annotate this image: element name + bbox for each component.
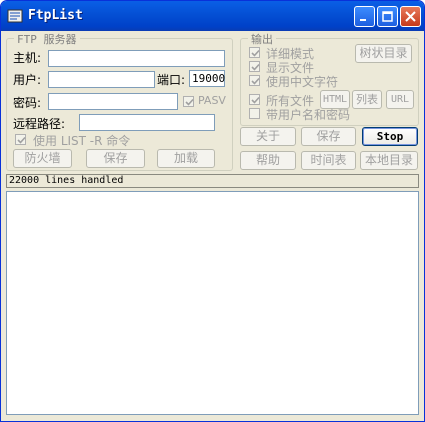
- user-input[interactable]: [48, 71, 155, 88]
- user-label: 用户:: [13, 73, 42, 87]
- output-group: 输出 详细模式 树状目录 显示文件 使用中文字符 所有文件 HTML 列表 UR…: [240, 31, 419, 126]
- minimize-button[interactable]: [354, 6, 375, 27]
- pasv-label: PASV: [198, 94, 226, 107]
- local-dir-button[interactable]: 本地目录: [360, 151, 418, 170]
- help-button[interactable]: 帮助: [240, 151, 296, 170]
- ftplist-window: FtpList FTP 服务器 主机: 用户: 端口: 19000 密码: PA…: [0, 0, 425, 422]
- password-input[interactable]: [48, 93, 178, 110]
- close-button[interactable]: [400, 6, 421, 27]
- checkmark-icon: [17, 136, 26, 144]
- checkmark-icon: [185, 98, 194, 106]
- chinese-chars-label: 使用中文字符: [266, 75, 339, 89]
- host-input[interactable]: [48, 50, 225, 67]
- save-button[interactable]: 保存: [301, 127, 356, 146]
- ftp-save-button[interactable]: 保存: [86, 149, 145, 168]
- list-r-checkbox[interactable]: [15, 134, 26, 145]
- chinese-chars-checkbox[interactable]: [249, 75, 260, 86]
- firewall-button[interactable]: 防火墙: [13, 149, 72, 168]
- url-button[interactable]: URL: [386, 90, 414, 109]
- list-r-label: 使用 LIST -R 命令: [33, 134, 131, 148]
- remote-path-label: 远程路径:: [13, 117, 66, 131]
- ftp-server-group-title: FTP 服务器: [14, 31, 80, 47]
- close-icon: [405, 11, 416, 22]
- password-label: 密码:: [13, 96, 42, 110]
- checkmark-icon: [251, 49, 260, 57]
- remote-path-input[interactable]: [79, 114, 215, 131]
- checkmark-icon: [251, 77, 260, 85]
- maximize-button[interactable]: [377, 6, 398, 27]
- with-credentials-checkbox[interactable]: [249, 108, 260, 119]
- status-line: 22000 lines handled: [6, 174, 419, 188]
- show-files-checkbox[interactable]: [249, 61, 260, 72]
- tree-dir-button[interactable]: 树状目录: [355, 44, 412, 63]
- checkmark-icon: [251, 96, 260, 104]
- load-button[interactable]: 加载: [157, 149, 215, 168]
- about-button[interactable]: 关于: [240, 127, 296, 146]
- pasv-checkbox[interactable]: [183, 96, 194, 107]
- stop-button[interactable]: Stop: [362, 127, 418, 146]
- window-title: FtpList: [28, 8, 83, 23]
- minimize-icon: [360, 19, 366, 21]
- all-files-checkbox[interactable]: [249, 94, 260, 105]
- verbose-checkbox[interactable]: [249, 47, 260, 58]
- title-bar[interactable]: FtpList: [1, 1, 424, 31]
- list-button[interactable]: 列表: [352, 90, 382, 109]
- with-credentials-label: 带用户名和密码: [266, 108, 351, 122]
- ftp-server-group: FTP 服务器 主机: 用户: 端口: 19000 密码: PASV 远程路径:…: [6, 31, 233, 171]
- port-label: 端口:: [157, 73, 186, 87]
- maximize-icon: [382, 11, 393, 22]
- port-input[interactable]: 19000: [189, 70, 225, 87]
- host-label: 主机:: [13, 51, 42, 65]
- log-output-area[interactable]: [6, 191, 419, 415]
- app-icon: [7, 9, 23, 23]
- timetable-button[interactable]: 时间表: [301, 151, 356, 170]
- checkmark-icon: [251, 63, 260, 71]
